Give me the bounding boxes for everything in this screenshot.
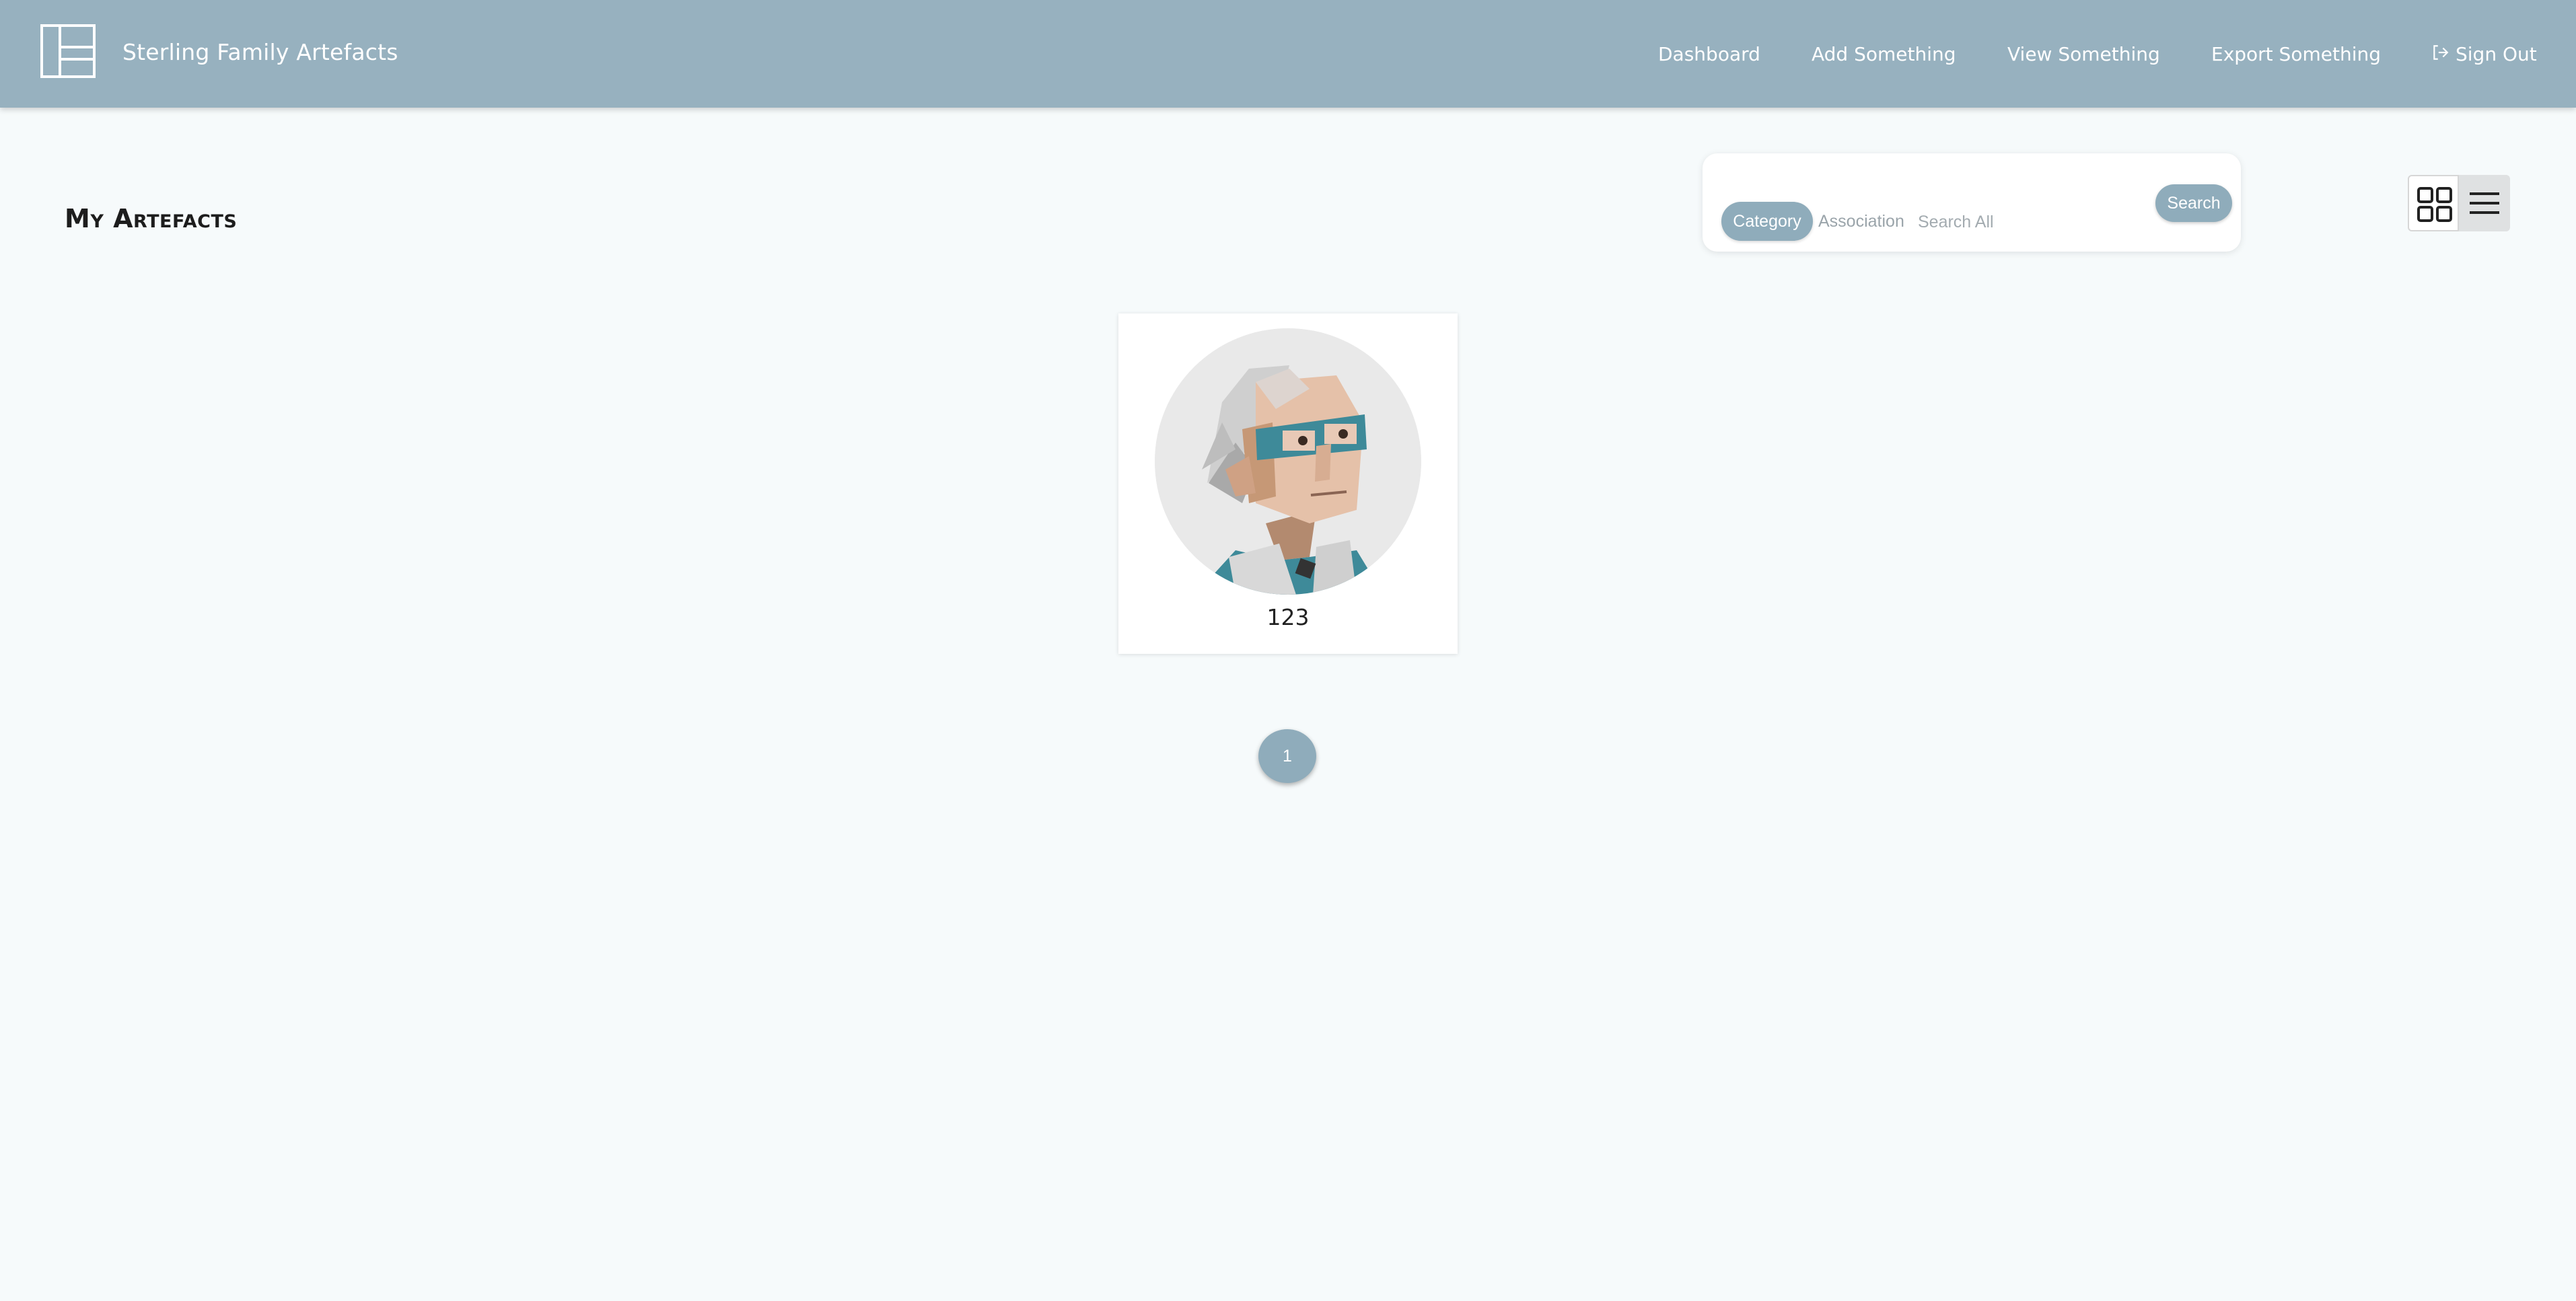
search-input[interactable] <box>1918 210 2140 234</box>
grid-view-icon <box>2417 187 2452 222</box>
logo-stroke <box>59 46 93 48</box>
search-tab-association[interactable]: Association <box>1818 202 1904 241</box>
artefact-avatar <box>1155 328 1421 595</box>
nav-view-something-link[interactable]: View Something <box>2007 43 2160 65</box>
brand-logo-icon[interactable] <box>40 24 96 78</box>
person-avatar-illustration <box>1155 328 1421 595</box>
nav-dashboard-link[interactable]: Dashboard <box>1658 43 1760 65</box>
list-view-icon <box>2470 192 2499 214</box>
sign-out-icon <box>2433 44 2449 60</box>
search-button[interactable]: Search <box>2155 184 2232 222</box>
pagination-page-1[interactable]: 1 <box>1258 729 1316 783</box>
nav-add-something-link[interactable]: Add Something <box>1812 43 1956 65</box>
artefact-card-label: 123 <box>1266 604 1310 630</box>
search-panel: Category Association Search <box>1703 153 2241 252</box>
top-navigation-bar: Sterling Family Artefacts Dashboard Add … <box>0 0 2576 108</box>
logo-stroke <box>59 58 93 61</box>
sign-out-button[interactable]: Sign Out <box>2431 43 2537 65</box>
logo-stroke <box>59 27 61 75</box>
list-view-toggle[interactable] <box>2459 175 2510 231</box>
page-title: My Artefacts <box>65 204 238 234</box>
app-title[interactable]: Sterling Family Artefacts <box>122 39 398 65</box>
sign-out-label: Sign Out <box>2456 43 2537 65</box>
artefact-card[interactable]: 123 <box>1118 313 1458 654</box>
grid-view-toggle[interactable] <box>2408 175 2459 231</box>
nav-export-something-link[interactable]: Export Something <box>2211 43 2381 65</box>
search-tab-category[interactable]: Category <box>1721 202 1813 241</box>
